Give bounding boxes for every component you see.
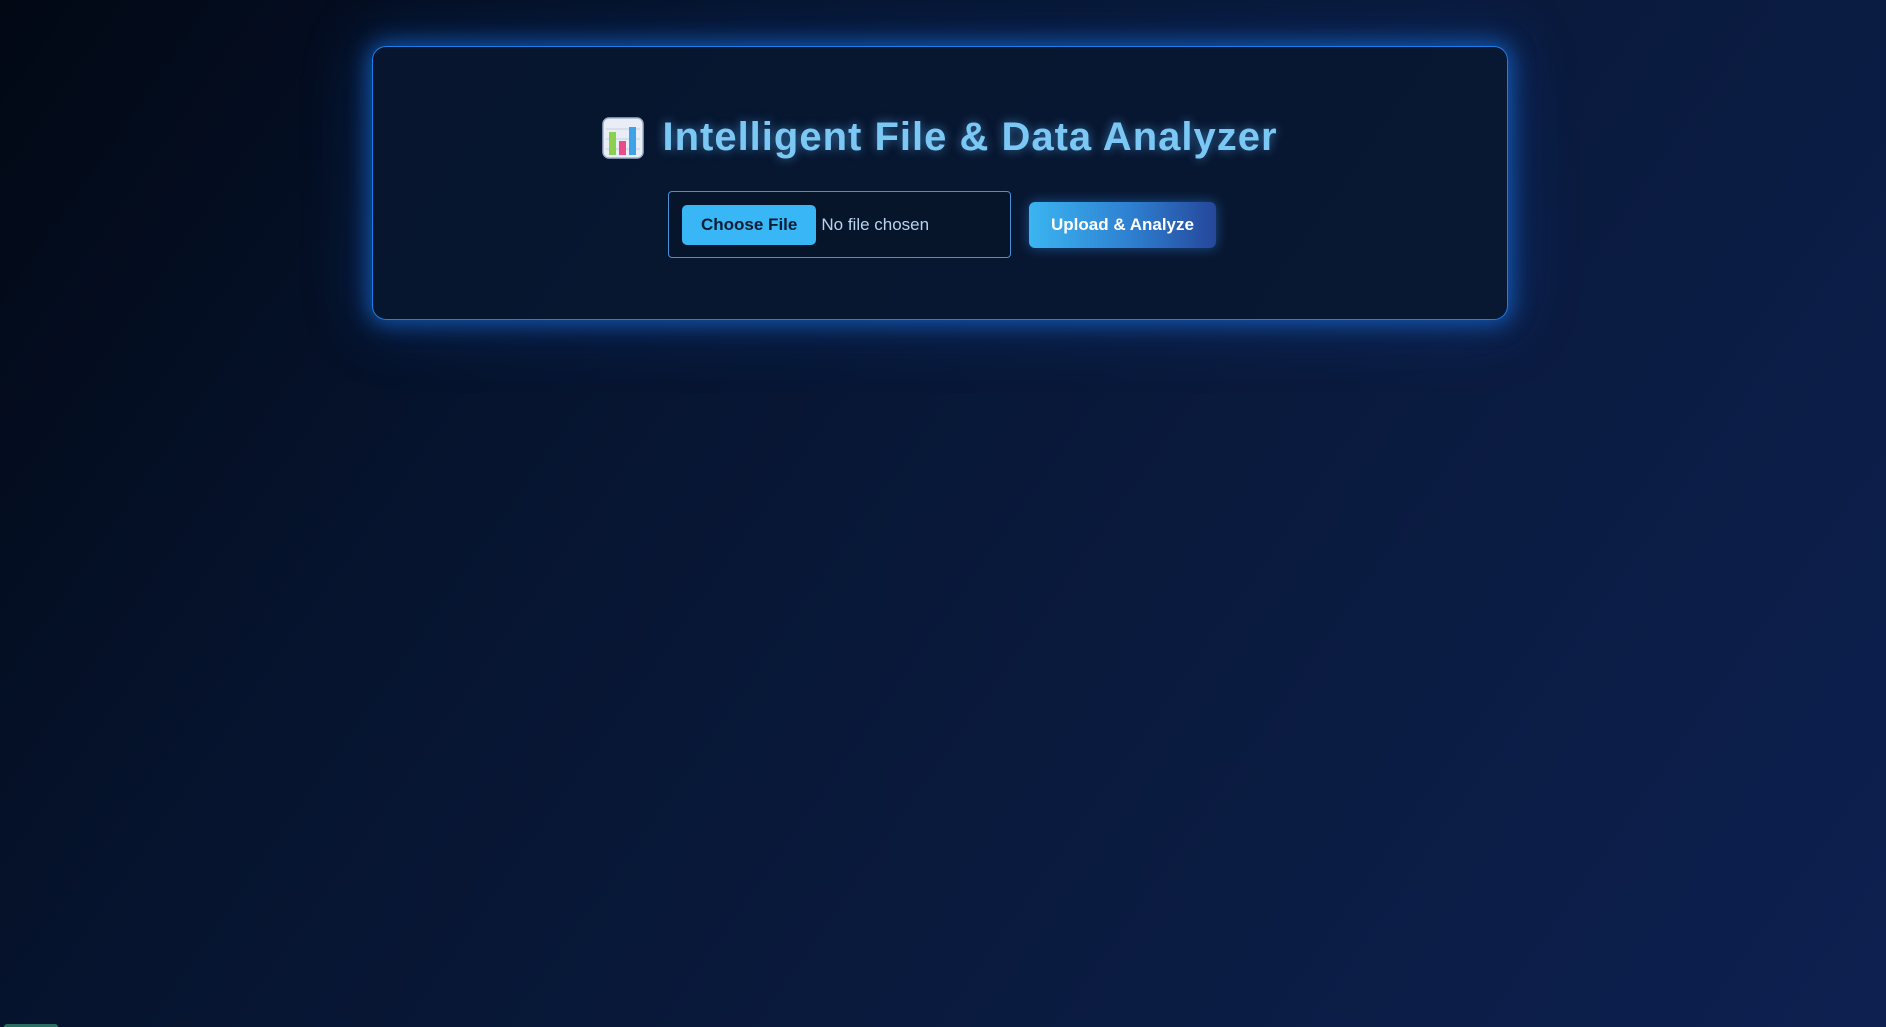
bar-chart-icon bbox=[602, 116, 645, 159]
upload-form: Choose File No file chosen Upload & Anal… bbox=[668, 191, 1216, 258]
header: Intelligent File & Data Analyzer bbox=[373, 115, 1507, 160]
page-title: Intelligent File & Data Analyzer bbox=[662, 115, 1278, 159]
file-status-text: No file chosen bbox=[821, 214, 930, 234]
file-input[interactable]: Choose File No file chosen bbox=[668, 191, 1011, 258]
upload-analyze-button[interactable]: Upload & Analyze bbox=[1029, 201, 1216, 248]
analyzer-card: Intelligent File & Data Analyzer Choose … bbox=[372, 46, 1508, 320]
choose-file-button[interactable]: Choose File bbox=[682, 204, 817, 245]
